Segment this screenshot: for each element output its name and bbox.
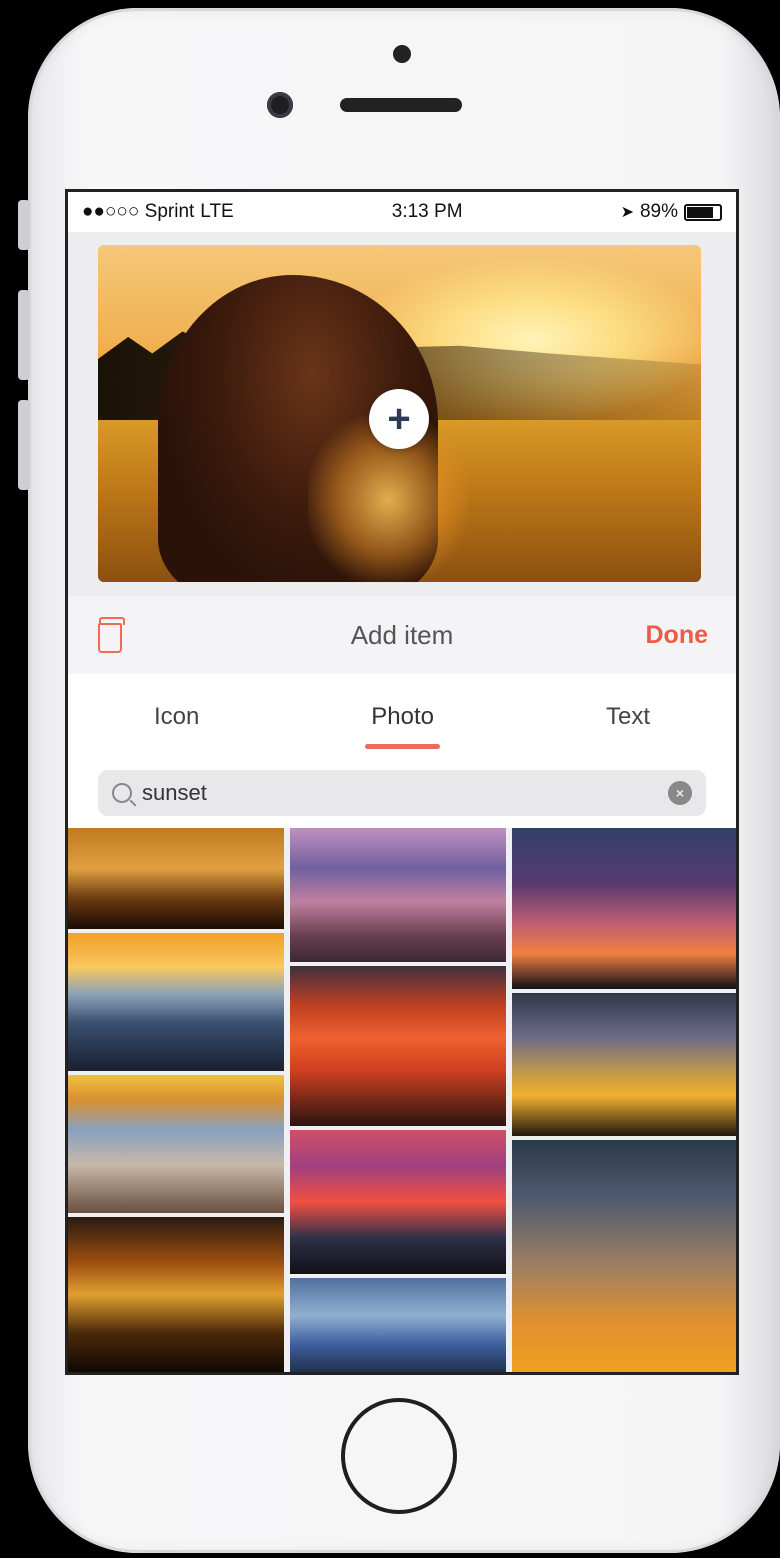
sunset-photo-10[interactable] bbox=[512, 993, 736, 1136]
sunset-photo-8[interactable] bbox=[290, 1278, 506, 1372]
mute-switch bbox=[18, 200, 30, 250]
location-arrow-icon: ➤ bbox=[620, 204, 634, 221]
done-button[interactable]: Done bbox=[646, 621, 709, 650]
tab-icon[interactable]: Icon bbox=[134, 693, 219, 741]
search-bar[interactable]: × bbox=[98, 770, 706, 816]
clock: 3:13 PM bbox=[391, 201, 463, 222]
add-photo-button[interactable]: + bbox=[369, 389, 429, 449]
search-input[interactable] bbox=[140, 779, 660, 807]
volume-up-button bbox=[18, 290, 30, 380]
photo-results-grid bbox=[68, 828, 736, 1372]
sunset-photo-3[interactable] bbox=[68, 1075, 284, 1213]
sunset-photo-5[interactable] bbox=[290, 828, 506, 962]
sunset-photo-11[interactable] bbox=[512, 1140, 736, 1372]
sunset-photo-9[interactable] bbox=[512, 828, 736, 989]
sunset-photo-7[interactable] bbox=[290, 1130, 506, 1274]
clear-icon[interactable]: × bbox=[668, 781, 692, 805]
delete-button[interactable] bbox=[96, 617, 125, 653]
search-icon bbox=[112, 783, 132, 803]
proximity-sensor bbox=[393, 45, 411, 63]
plus-icon: + bbox=[387, 397, 411, 441]
content-type-tabs: Icon Photo Text bbox=[68, 674, 736, 760]
sunset-photo-6[interactable] bbox=[290, 966, 506, 1126]
app-screen: ●●○○○ Sprint LTE 3:13 PM ➤ 89% + Add ite… bbox=[68, 192, 736, 1372]
carrier-label: ●●○○○ Sprint bbox=[82, 201, 195, 222]
status-bar: ●●○○○ Sprint LTE 3:13 PM ➤ 89% bbox=[68, 192, 736, 232]
toolbar-title: Add item bbox=[350, 619, 454, 650]
sunset-photo-1[interactable] bbox=[68, 828, 284, 929]
item-toolbar: Add item Done bbox=[68, 596, 736, 674]
battery-icon bbox=[684, 203, 722, 221]
front-camera bbox=[267, 92, 293, 118]
tab-text[interactable]: Text bbox=[586, 693, 670, 741]
sunset-photo-2[interactable] bbox=[68, 933, 284, 1071]
sunset-photo-4[interactable] bbox=[68, 1217, 284, 1372]
selected-photo: + bbox=[98, 245, 701, 582]
photo-preview-area: + bbox=[68, 232, 736, 596]
earpiece-speaker bbox=[340, 98, 462, 112]
trash-icon-body bbox=[98, 623, 122, 653]
home-button[interactable] bbox=[341, 1398, 457, 1514]
tab-photo[interactable]: Photo bbox=[351, 693, 454, 749]
search-row: × bbox=[68, 760, 736, 826]
battery-percent: 89% bbox=[639, 201, 678, 222]
volume-down-button bbox=[18, 400, 30, 490]
network-label: LTE bbox=[200, 201, 234, 222]
